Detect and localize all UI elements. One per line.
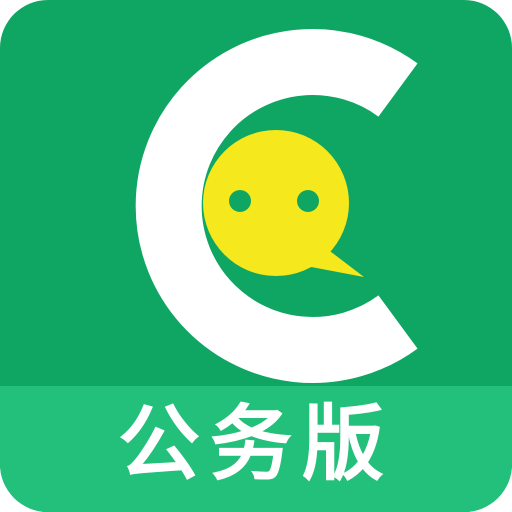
right-eye-icon <box>297 190 319 212</box>
chat-bubble-face-icon <box>203 130 364 277</box>
app-icon: 公务版 <box>0 0 512 512</box>
left-eye-icon <box>229 190 251 212</box>
edition-label: 公务版 <box>117 397 394 492</box>
edition-band: 公务版 <box>0 386 512 512</box>
